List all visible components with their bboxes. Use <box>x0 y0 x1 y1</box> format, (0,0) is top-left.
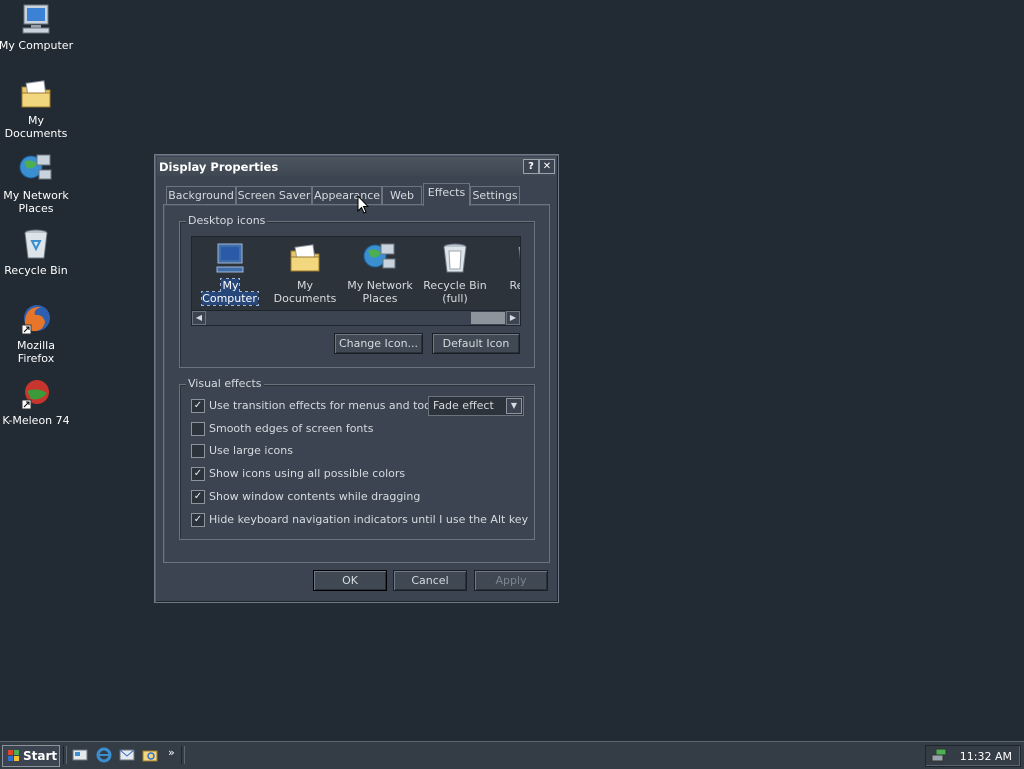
tab-background[interactable]: Background <box>166 186 236 206</box>
transition-effect-value: Fade effect <box>433 399 494 412</box>
clock[interactable]: 11:32 AM <box>960 750 1012 763</box>
cancel-button[interactable]: Cancel <box>393 570 467 591</box>
recycle-bin-icon <box>443 243 467 273</box>
desktop-icon-label: My Network Places <box>3 189 69 215</box>
list-item-recycle-bin-full[interactable]: Recycle Bin (full) <box>418 241 492 305</box>
desktop-icon-label: Mozilla Firefox <box>17 339 55 365</box>
list-item-label: My Computer <box>201 278 259 306</box>
option-label: Show window contents while dragging <box>209 490 421 503</box>
horizontal-scrollbar[interactable]: ◀ ▶ <box>192 310 520 325</box>
tab-settings[interactable]: Settings <box>470 186 520 206</box>
tab-screen-saver[interactable]: Screen Saver <box>236 186 312 206</box>
list-item-my-computer[interactable]: My Computer <box>193 241 267 306</box>
show-desktop-icon[interactable] <box>72 747 88 763</box>
list-item-label: My Network Places <box>347 279 413 305</box>
taskbar-separator <box>63 746 67 764</box>
option-label: Use transition effects for menus and too… <box>209 399 455 412</box>
ok-button[interactable]: OK <box>313 570 387 591</box>
start-label: Start <box>23 749 58 763</box>
help-button[interactable]: ? <box>523 159 539 174</box>
my-computer-icon <box>22 4 50 34</box>
visual-effects-group-label: Visual effects <box>186 377 264 390</box>
k-meleon-icon <box>21 380 49 410</box>
tab-effects[interactable]: Effects <box>423 183 470 206</box>
scroll-left-icon[interactable]: ◀ <box>192 311 206 325</box>
chevron-down-icon[interactable]: ▼ <box>506 398 522 414</box>
visual-effects-group: Visual effects ✓ Use transition effects … <box>179 377 535 540</box>
start-button[interactable]: Start <box>2 745 60 767</box>
desktop-icons-list[interactable]: My Computer My Documents My Network Plac… <box>191 236 521 326</box>
option-label: Show icons using all possible colors <box>209 467 406 480</box>
title-bar[interactable]: Display Properties ? ✕ <box>157 157 556 176</box>
my-documents-icon <box>21 80 51 108</box>
desktop-icon-label: Recycle Bin <box>4 264 68 277</box>
tab-appearance[interactable]: Appearance <box>312 186 382 206</box>
desktop-icon-my-documents[interactable]: My Documents <box>0 77 74 140</box>
mouse-cursor-icon <box>357 195 369 214</box>
effects-tab-panel: Desktop icons My Computer My Documents M… <box>163 204 550 563</box>
recycle-bin-icon <box>24 229 48 259</box>
internet-explorer-icon[interactable] <box>96 747 112 763</box>
checkbox-hide-keyboard-indicators[interactable]: ✓ <box>191 513 205 527</box>
desktop-icon-label: My Documents <box>4 114 68 140</box>
network-places-icon <box>363 243 396 269</box>
checkbox-window-contents[interactable]: ✓ <box>191 490 205 504</box>
list-item-label: My Documents <box>273 279 337 305</box>
network-status-icon[interactable] <box>931 747 947 763</box>
checkbox-smooth-fonts[interactable] <box>191 422 205 436</box>
option-label: Use large icons <box>209 444 293 457</box>
system-tray: 11:32 AM <box>925 745 1021 767</box>
desktop-icon-recycle-bin[interactable]: Recycle Bin <box>0 227 74 277</box>
my-documents-icon <box>290 244 320 272</box>
list-item-label: Recy (e <box>509 279 520 292</box>
list-item-recycle-bin-empty[interactable]: Recy (e <box>493 241 520 292</box>
list-item-my-documents[interactable]: My Documents <box>268 241 342 305</box>
desktop-icon-k-meleon[interactable]: K-Meleon 74 <box>0 377 74 427</box>
taskbar-separator <box>181 746 185 764</box>
default-icon-button[interactable]: Default Icon <box>432 333 520 354</box>
network-places-icon <box>19 154 52 180</box>
apply-button[interactable]: Apply <box>474 570 548 591</box>
checkbox-transition-effects[interactable]: ✓ <box>191 399 205 413</box>
list-item-network-places[interactable]: My Network Places <box>343 241 417 305</box>
recycle-bin-icon <box>518 246 520 260</box>
transition-effect-select[interactable]: Fade effect ▼ <box>428 396 524 416</box>
checkbox-all-colors[interactable]: ✓ <box>191 467 205 481</box>
scroll-thumb[interactable] <box>471 312 505 324</box>
window-title: Display Properties <box>159 160 279 174</box>
list-item-label: Recycle Bin (full) <box>423 279 487 305</box>
taskbar: Start » 11:32 AM <box>0 741 1024 769</box>
desktop-icon-label: K-Meleon 74 <box>2 414 70 427</box>
desktop-icons-group: Desktop icons My Computer My Documents M… <box>179 214 535 368</box>
outlook-express-icon[interactable] <box>119 747 135 763</box>
checkbox-large-icons[interactable] <box>191 444 205 458</box>
close-button[interactable]: ✕ <box>539 159 555 174</box>
my-computer-icon <box>216 243 244 273</box>
desktop-icon-my-computer[interactable]: My Computer <box>0 2 74 52</box>
desktop-icons-group-label: Desktop icons <box>186 214 268 227</box>
desktop-icon-network-places[interactable]: My Network Places <box>0 152 74 215</box>
desktop-icon-firefox[interactable]: Mozilla Firefox <box>0 302 74 365</box>
quick-launch-chevron-icon[interactable]: » <box>168 746 175 759</box>
firefox-icon <box>21 305 50 335</box>
option-label: Smooth edges of screen fonts <box>209 422 374 435</box>
tab-web[interactable]: Web <box>382 186 422 206</box>
scroll-right-icon[interactable]: ▶ <box>506 311 520 325</box>
display-properties-window: Display Properties ? ✕ Background Screen… <box>154 154 559 603</box>
change-icon-button[interactable]: Change Icon... <box>334 333 423 354</box>
option-label: Hide keyboard navigation indicators unti… <box>209 513 529 526</box>
desktop-icon-label: My Computer <box>0 39 74 52</box>
explorer-icon[interactable] <box>142 747 158 763</box>
